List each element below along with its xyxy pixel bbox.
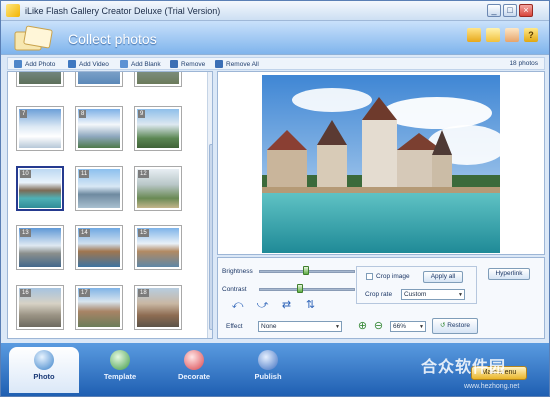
hyperlink-button[interactable]: Hyperlink xyxy=(488,268,530,280)
contrast-label: Contrast xyxy=(222,286,247,293)
brightness-label: Brightness xyxy=(222,268,253,275)
add-video-icon xyxy=(68,60,76,68)
close-button[interactable]: × xyxy=(519,4,533,17)
crop-rate-select[interactable]: Custom ▼ xyxy=(401,289,465,300)
contrast-slider[interactable] xyxy=(259,288,355,291)
photo-preview xyxy=(217,71,545,255)
gallery-scrollbar[interactable] xyxy=(207,72,212,338)
hand-icon[interactable] xyxy=(505,28,519,42)
photo-thumbnail[interactable] xyxy=(75,72,123,87)
photo-thumbnail[interactable]: 15 xyxy=(134,225,182,270)
window-title: iLike Flash Gallery Creator Deluxe (Tria… xyxy=(25,6,221,16)
add-photo-button[interactable]: Add Photo xyxy=(14,59,55,69)
title-bar: iLike Flash Gallery Creator Deluxe (Tria… xyxy=(1,1,549,21)
flip-horizontal-icon[interactable]: ⇄ xyxy=(280,299,293,311)
preview-image xyxy=(262,75,500,253)
photo-icon xyxy=(34,350,54,370)
nav-decorate[interactable]: Decorate xyxy=(159,347,229,389)
add-blank-button[interactable]: Add Blank xyxy=(120,59,161,69)
apply-all-button[interactable]: Apply all xyxy=(423,271,463,283)
chevron-down-icon: ▼ xyxy=(335,324,340,330)
crop-image-checkbox[interactable] xyxy=(366,273,373,280)
zoom-in-icon[interactable]: ⊕ xyxy=(356,320,369,332)
photo-thumbnail[interactable]: 9 xyxy=(134,106,182,151)
chevron-down-icon: ▼ xyxy=(458,292,463,298)
nav-template[interactable]: Template xyxy=(85,347,155,389)
zoom-select[interactable]: 66% ▼ xyxy=(390,321,426,332)
crop-image-label: Crop image xyxy=(376,273,410,280)
template-icon xyxy=(110,350,130,370)
photo-thumbnail[interactable]: 8 xyxy=(75,106,123,151)
photo-toolbar: Add Photo Add Video Add Blank Remove Rem… xyxy=(7,57,545,70)
crop-rate-label: Crop rate xyxy=(365,291,393,298)
photo-gallery: 7 8 9 10 11 12 13 14 15 16 17 18 xyxy=(7,71,213,339)
zoom-out-icon[interactable]: ⊖ xyxy=(372,320,385,332)
maximize-button[interactable]: □ xyxy=(503,4,517,17)
flip-vertical-icon[interactable]: ⇅ xyxy=(304,299,317,311)
restore-button[interactable]: ↺ Restore xyxy=(432,318,478,334)
add-video-button[interactable]: Add Video xyxy=(68,59,109,69)
photos-stack-icon xyxy=(14,25,53,51)
add-blank-icon xyxy=(120,60,128,68)
minimize-button[interactable]: _ xyxy=(487,4,501,17)
chevron-down-icon: ▼ xyxy=(419,324,424,330)
folder-icon[interactable] xyxy=(467,28,481,42)
restore-icon: ↺ xyxy=(439,322,446,329)
remove-icon xyxy=(170,60,178,68)
contrast-slider-handle[interactable] xyxy=(297,284,303,293)
photo-thumbnail[interactable] xyxy=(134,72,182,87)
photo-thumbnail[interactable] xyxy=(16,72,64,87)
watermark-logo: 合众软件园 xyxy=(421,359,507,376)
photo-thumbnail[interactable]: 7 xyxy=(16,106,64,151)
photo-thumbnail[interactable]: 13 xyxy=(16,225,64,270)
photo-thumbnail[interactable]: 14 xyxy=(75,225,123,270)
add-photo-icon xyxy=(14,60,22,68)
crop-panel: Crop image Apply all Crop rate Custom ▼ xyxy=(356,266,477,304)
rotate-left-icon[interactable]: ⤺ xyxy=(231,299,244,311)
photo-thumbnail[interactable]: 12 xyxy=(134,166,182,211)
brightness-slider-handle[interactable] xyxy=(303,266,309,275)
rotate-right-icon[interactable]: ⤻ xyxy=(256,299,269,311)
nav-photo[interactable]: Photo xyxy=(9,347,79,393)
photo-count: 18 photos xyxy=(509,60,538,67)
remove-all-icon xyxy=(215,60,223,68)
help-icon[interactable]: ? xyxy=(524,28,538,42)
effect-label: Effect xyxy=(226,323,243,330)
scrollbar-thumb[interactable] xyxy=(209,144,212,330)
decorate-icon xyxy=(184,350,204,370)
photo-thumbnail[interactable]: 16 xyxy=(16,285,64,330)
photo-thumbnail[interactable]: 11 xyxy=(75,166,123,211)
watermark-url: www.hezhong.net xyxy=(464,383,520,390)
photo-thumbnail[interactable]: 17 xyxy=(75,285,123,330)
remove-all-button[interactable]: Remove All xyxy=(215,59,259,69)
photo-thumbnail-selected[interactable]: 10 xyxy=(16,166,64,211)
nav-publish[interactable]: Publish xyxy=(233,347,303,389)
photo-thumbnail[interactable]: 18 xyxy=(134,285,182,330)
app-window: iLike Flash Gallery Creator Deluxe (Tria… xyxy=(0,0,550,397)
edit-controls: Brightness Contrast ⤺ ⤻ ⇄ ⇅ Effect None … xyxy=(217,257,545,339)
app-icon xyxy=(6,4,20,17)
publish-icon xyxy=(258,350,278,370)
effect-select[interactable]: None ▼ xyxy=(258,321,342,332)
page-title: Collect photos xyxy=(68,31,157,47)
page-header: Collect photos ? xyxy=(1,21,549,55)
star-icon[interactable] xyxy=(486,28,500,42)
remove-button[interactable]: Remove xyxy=(170,59,205,69)
